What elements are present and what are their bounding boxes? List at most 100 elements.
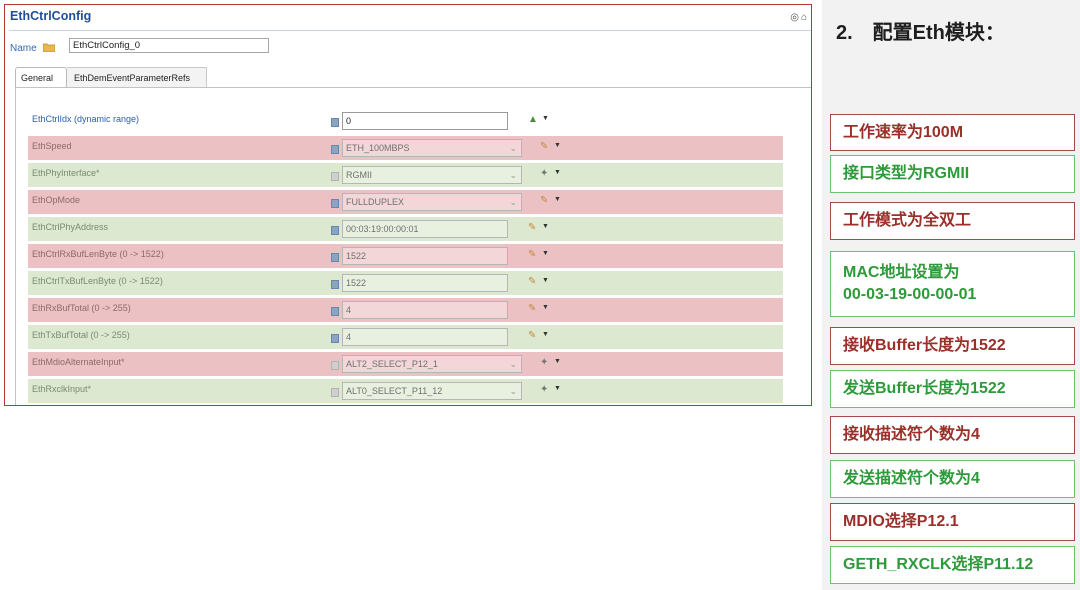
row-label: EthCtrlRxBufLenByte (0 -> 1522) [32,249,164,259]
file-icon [331,118,339,127]
row-label: EthRxclkInput* [32,384,92,394]
file-icon [331,307,339,316]
row-eth-ctrl-idx: EthCtrlIdx (dynamic range) 0 ▲ ▼ [28,109,783,133]
eth-ctrl-idx-input[interactable]: 0 [342,112,508,130]
eth-tx-buf-total-input[interactable]: 4 [342,328,508,346]
row-label: EthCtrlIdx (dynamic range) [32,114,140,124]
file-icon [331,145,339,154]
row-eth-op-mode: EthOpMode FULLDUPLEX ⌄ ✎ ▼ [28,190,783,214]
dropdown-arrow-icon[interactable]: ▼ [542,115,549,122]
chevron-down-icon: ⌄ [509,359,517,369]
header-icons: ◎⌂ [790,12,809,23]
tab-eth-dem-event-parameter-refs[interactable]: EthDemEventParameterRefs [67,67,207,87]
help-icon[interactable]: ◎ [790,12,801,23]
row-label: EthCtrlPhyAddress [32,222,109,232]
annotation-tx-descriptors: 发送描述符个数为4 [830,460,1075,498]
dropdown-arrow-icon[interactable]: ▼ [554,385,561,392]
dropdown-arrow-icon[interactable]: ▼ [554,142,561,149]
general-tab-content: EthCtrlIdx (dynamic range) 0 ▲ ▼ EthSpee… [15,87,811,405]
dropdown-arrow-icon[interactable]: ▼ [554,358,561,365]
row-eth-rx-buf-total: EthRxBufTotal (0 -> 255) 4 ✎ ▼ [28,298,783,322]
row-label: EthSpeed [32,141,72,151]
panel-title: EthCtrlConfig [10,9,92,23]
name-input[interactable]: EthCtrlConfig_0 [69,38,269,53]
row-label: EthRxBufTotal (0 -> 255) [32,303,131,313]
row-eth-tx-buf-total: EthTxBufTotal (0 -> 255) 4 ✎ ▼ [28,325,783,349]
dropdown-arrow-icon[interactable]: ▼ [542,250,549,257]
dropdown-arrow-icon[interactable]: ▼ [554,196,561,203]
eth-ctrl-rx-buf-len-byte-input[interactable]: 1522 [342,247,508,265]
pencil-icon[interactable]: ✎ [528,249,536,260]
row-eth-ctrl-phy-address: EthCtrlPhyAddress 00:03:19:00:00:01 ✎ ▼ [28,217,783,241]
row-eth-ctrl-tx-buf-len-byte: EthCtrlTxBufLenByte (0 -> 1522) 1522 ✎ ▼ [28,271,783,295]
folder-icon [43,43,55,52]
row-eth-ctrl-rx-buf-len-byte: EthCtrlRxBufLenByte (0 -> 1522) 1522 ✎ ▼ [28,244,783,268]
eth-op-mode-select[interactable]: FULLDUPLEX ⌄ [342,193,522,211]
annotation-rxclk: GETH_RXCLK选择P11.12 [830,546,1075,584]
file-icon [331,199,339,208]
pencil-icon[interactable]: ✎ [528,330,536,341]
chevron-down-icon: ⌄ [509,197,517,207]
pencil-icon[interactable]: ✎ [528,303,536,314]
file-icon [331,253,339,262]
dropdown-arrow-icon[interactable]: ▼ [554,169,561,176]
file-icon [331,280,339,289]
row-eth-rxclk-input: EthRxclkInput* ALT0_SELECT_P11_12 ⌄ ✦ ▼ [28,379,783,403]
annotation-mac-line1: MAC地址设置为 [843,264,960,281]
row-label: EthMdioAlternateInput* [32,357,125,367]
dropdown-arrow-icon[interactable]: ▼ [542,331,549,338]
select-value: FULLDUPLEX [346,197,405,207]
eth-rxclk-input-select[interactable]: ALT0_SELECT_P11_12 ⌄ [342,382,522,400]
annotation-rx-descriptors: 接收描述符个数为4 [830,416,1075,454]
pencil-icon[interactable]: ✎ [540,195,548,206]
chevron-down-icon: ⌄ [509,143,517,153]
chart-icon[interactable]: ▲ [528,114,538,125]
pencil-icon[interactable]: ✎ [528,222,536,233]
row-label: EthTxBufTotal (0 -> 255) [32,330,130,340]
wrench-icon[interactable]: ✦ [540,384,548,395]
annotation-rx-buffer: 接收Buffer长度为1522 [830,327,1075,365]
file-icon [331,334,339,343]
annotation-speed: 工作速率为100M [830,114,1075,151]
title-divider [9,30,811,31]
step-title: 2. 配置Eth模块： [836,22,1005,44]
eth-ctrl-phy-address-input[interactable]: 00:03:19:00:00:01 [342,220,508,238]
row-label: EthPhyInterface* [32,168,100,178]
eth-phy-interface-select[interactable]: RGMII ⌄ [342,166,522,184]
row-label: EthCtrlTxBufLenByte (0 -> 1522) [32,276,163,286]
eth-ctrl-tx-buf-len-byte-input[interactable]: 1522 [342,274,508,292]
row-eth-mdio-alternate-input: EthMdioAlternateInput* ALT2_SELECT_P12_1… [28,352,783,376]
file-icon [331,361,339,370]
file-icon [331,226,339,235]
select-value: ETH_100MBPS [346,143,410,153]
wrench-icon[interactable]: ✦ [540,168,548,179]
annotation-tx-buffer: 发送Buffer长度为1522 [830,370,1075,408]
dropdown-arrow-icon[interactable]: ▼ [542,304,549,311]
annotation-mac-line2: 00-03-19-00-00-01 [843,286,977,303]
row-eth-speed: EthSpeed ETH_100MBPS ⌄ ✎ ▼ [28,136,783,160]
annotation-mac-address: MAC地址设置为 00-03-19-00-00-01 [830,251,1075,317]
annotation-op-mode: 工作模式为全双工 [830,202,1075,240]
row-label: EthOpMode [32,195,81,205]
chevron-down-icon: ⌄ [509,170,517,180]
wrench-icon[interactable]: ✦ [540,357,548,368]
file-icon [331,388,339,397]
pencil-icon[interactable]: ✎ [528,276,536,287]
eth-speed-select[interactable]: ETH_100MBPS ⌄ [342,139,522,157]
name-label: Name [10,43,37,54]
annotation-interface: 接口类型为RGMII [830,155,1075,193]
tab-general[interactable]: General [15,67,67,87]
eth-ctrl-config-panel: EthCtrlConfig ◎⌂ Name EthCtrlConfig_0 Ge… [4,4,812,406]
chevron-down-icon: ⌄ [509,386,517,396]
dropdown-arrow-icon[interactable]: ▼ [542,277,549,284]
row-eth-phy-interface: EthPhyInterface* RGMII ⌄ ✦ ▼ [28,163,783,187]
select-value: ALT0_SELECT_P11_12 [346,386,443,396]
dropdown-arrow-icon[interactable]: ▼ [542,223,549,230]
select-value: RGMII [346,170,372,180]
eth-mdio-alternate-input-select[interactable]: ALT2_SELECT_P12_1 ⌄ [342,355,522,373]
select-value: ALT2_SELECT_P12_1 [346,359,438,369]
home-icon[interactable]: ⌂ [801,12,809,23]
eth-rx-buf-total-input[interactable]: 4 [342,301,508,319]
file-icon [331,172,339,181]
pencil-icon[interactable]: ✎ [540,141,548,152]
